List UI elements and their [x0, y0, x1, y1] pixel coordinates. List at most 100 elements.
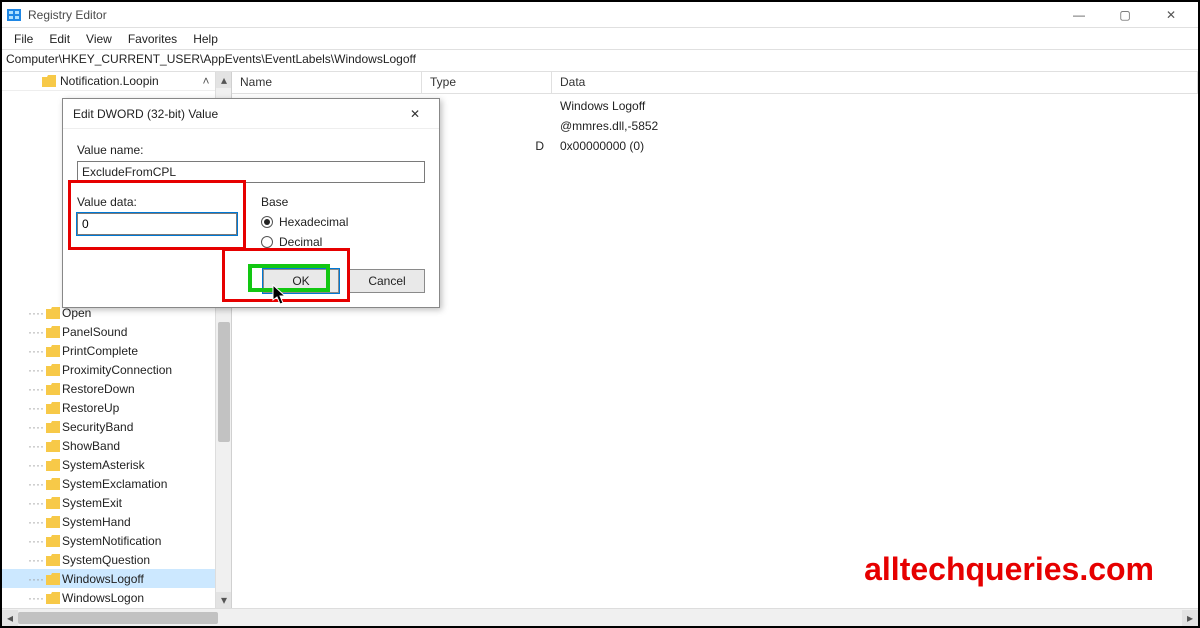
col-name[interactable]: Name	[232, 72, 422, 93]
minimize-button[interactable]: —	[1056, 3, 1102, 27]
tree-dotted-line-icon: ····	[8, 363, 44, 377]
radio-hex-label: Hexadecimal	[279, 215, 348, 229]
menu-favorites[interactable]: Favorites	[120, 30, 185, 48]
folder-icon	[46, 421, 60, 433]
col-data[interactable]: Data	[552, 72, 1198, 93]
tree-item[interactable]: ····WindowsLogoff	[2, 569, 215, 588]
folder-icon	[46, 516, 60, 528]
scroll-right-button[interactable]: ▸	[1182, 610, 1198, 626]
tree-label: WindowsLogoff	[62, 572, 144, 586]
titlebar: Registry Editor — ▢ ✕	[2, 2, 1198, 28]
tree-label: SystemNotification	[62, 534, 161, 548]
tree-label: SecurityBand	[62, 420, 133, 434]
tree-item[interactable]: ···· ShowBand	[2, 436, 215, 455]
tree-label: RestoreUp	[62, 401, 119, 415]
tree-item[interactable]: ····ProximityConnection	[2, 360, 215, 379]
cell-data: 0x00000000 (0)	[552, 138, 1198, 154]
radio-dot-icon	[261, 236, 273, 248]
base-label: Base	[261, 195, 425, 209]
tree-item[interactable]: ····SystemHand	[2, 512, 215, 531]
menu-bar: File Edit View Favorites Help	[2, 28, 1198, 50]
cell-type	[422, 105, 552, 107]
menu-edit[interactable]: Edit	[41, 30, 78, 48]
tree-dotted-line-icon: ····	[8, 477, 44, 491]
value-data-input[interactable]	[77, 213, 237, 235]
tree-dotted-line-icon: ····	[8, 439, 44, 453]
cell-data: Windows Logoff	[552, 98, 1198, 114]
scroll-left-button[interactable]: ◂	[2, 610, 18, 626]
horizontal-scrollbar[interactable]: ◂ ▸	[2, 608, 1198, 626]
folder-icon	[46, 345, 60, 357]
dialog-buttons: OK Cancel	[77, 269, 425, 293]
menu-view[interactable]: View	[78, 30, 120, 48]
folder-icon	[46, 440, 60, 452]
cancel-button[interactable]: Cancel	[349, 269, 425, 293]
scroll-thumb[interactable]	[218, 322, 230, 442]
tree-item[interactable]: ···· PanelSound	[2, 322, 215, 341]
tree-item[interactable]: ····SecurityBand	[2, 417, 215, 436]
folder-icon	[46, 364, 60, 376]
dialog-titlebar[interactable]: Edit DWORD (32-bit) Value ✕	[63, 99, 439, 129]
app-frame: Registry Editor — ▢ ✕ File Edit View Fav…	[0, 0, 1200, 628]
tree-top-item[interactable]: Notification.Loopin ˄	[2, 72, 215, 91]
radio-dot-icon	[261, 216, 273, 228]
scroll-up-button[interactable]: ▴	[216, 72, 232, 88]
menu-help[interactable]: Help	[185, 30, 226, 48]
scroll-down-button[interactable]: ▾	[216, 592, 232, 608]
tree-dotted-line-icon: ····	[8, 496, 44, 510]
tree-item[interactable]: ····RestoreUp	[2, 398, 215, 417]
tree-item[interactable]: ····WindowsLogon	[2, 588, 215, 607]
tree-label: SystemQuestion	[62, 553, 150, 567]
tree-dotted-line-icon: ····	[8, 306, 44, 320]
cell-data: @mmres.dll,-5852	[552, 118, 1198, 134]
folder-icon	[46, 554, 60, 566]
tree-item[interactable]: ····SystemAsterisk	[2, 455, 215, 474]
folder-icon	[46, 573, 60, 585]
tree-item[interactable]: ····SystemExclamation	[2, 474, 215, 493]
folder-icon	[46, 497, 60, 509]
ok-button[interactable]: OK	[263, 269, 339, 293]
col-type[interactable]: Type	[422, 72, 552, 93]
radio-decimal[interactable]: Decimal	[261, 235, 425, 249]
tree-label: ShowBand	[62, 439, 120, 453]
scroll-thumb-h[interactable]	[18, 612, 218, 624]
chevron-up-icon: ˄	[201, 74, 211, 88]
folder-icon	[46, 326, 60, 338]
tree-dotted-line-icon: ····	[8, 325, 44, 339]
tree-item[interactable]: ···· SystemNotification	[2, 531, 215, 550]
tree-label: PanelSound	[62, 325, 127, 339]
folder-icon	[46, 402, 60, 414]
tree-item[interactable]: ····SystemQuestion	[2, 550, 215, 569]
tree-item[interactable]: ···· RestoreDown	[2, 379, 215, 398]
tree-item[interactable]: ···· SystemExit	[2, 493, 215, 512]
tree-dotted-line-icon: ····	[8, 534, 44, 548]
menu-file[interactable]: File	[6, 30, 41, 48]
watermark-text: alltechqueries.com	[864, 551, 1154, 588]
folder-icon	[46, 478, 60, 490]
regedit-icon	[6, 7, 22, 23]
folder-icon	[46, 535, 60, 547]
dialog-body: Value name: Value data: Base Hexadecimal…	[63, 129, 439, 307]
value-name-input[interactable]	[77, 161, 425, 183]
tree-label: WindowsLogon	[62, 591, 144, 605]
tree-item[interactable]: ····PrintComplete	[2, 341, 215, 360]
list-header: Name Type Data	[232, 72, 1198, 94]
folder-icon	[46, 307, 60, 319]
cell-type	[422, 125, 552, 127]
tree-label: PrintComplete	[62, 344, 138, 358]
scroll-track[interactable]	[18, 610, 1182, 626]
tree-label: RestoreDown	[62, 382, 135, 396]
close-window-button[interactable]: ✕	[1148, 3, 1194, 27]
dialog-close-button[interactable]: ✕	[401, 102, 429, 126]
folder-icon	[42, 75, 56, 87]
tree-label: SystemExit	[62, 496, 122, 510]
radio-dec-label: Decimal	[279, 235, 322, 249]
tree-dotted-line-icon: ····	[8, 458, 44, 472]
window-title: Registry Editor	[28, 8, 107, 22]
address-bar[interactable]: Computer\HKEY_CURRENT_USER\AppEvents\Eve…	[2, 50, 1198, 72]
cell-type: D	[422, 138, 552, 154]
radio-hexadecimal[interactable]: Hexadecimal	[261, 215, 425, 229]
edit-dword-dialog: Edit DWORD (32-bit) Value ✕ Value name: …	[62, 98, 440, 308]
maximize-button[interactable]: ▢	[1102, 3, 1148, 27]
tree-dotted-line-icon: ····	[8, 382, 44, 396]
